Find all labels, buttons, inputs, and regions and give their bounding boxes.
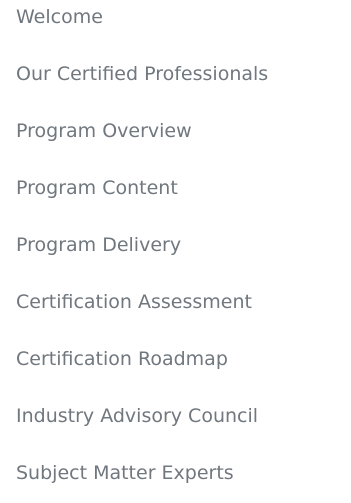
nav-link-certification-roadmap[interactable]: Certification Roadmap: [16, 347, 228, 371]
nav-link-our-certified-professionals[interactable]: Our Certified Professionals: [16, 62, 268, 86]
nav-link-industry-advisory-council[interactable]: Industry Advisory Council: [16, 404, 258, 428]
nav-link-program-content[interactable]: Program Content: [16, 176, 178, 200]
nav-link-welcome[interactable]: Welcome: [16, 5, 103, 29]
nav-link-program-overview[interactable]: Program Overview: [16, 119, 192, 143]
nav-link-subject-matter-experts[interactable]: Subject Matter Experts: [16, 461, 234, 485]
nav-link-certification-assessment[interactable]: Certification Assessment: [16, 290, 252, 314]
section-nav-menu: Welcome Our Certified Professionals Prog…: [0, 0, 351, 503]
nav-link-program-delivery[interactable]: Program Delivery: [16, 233, 181, 257]
